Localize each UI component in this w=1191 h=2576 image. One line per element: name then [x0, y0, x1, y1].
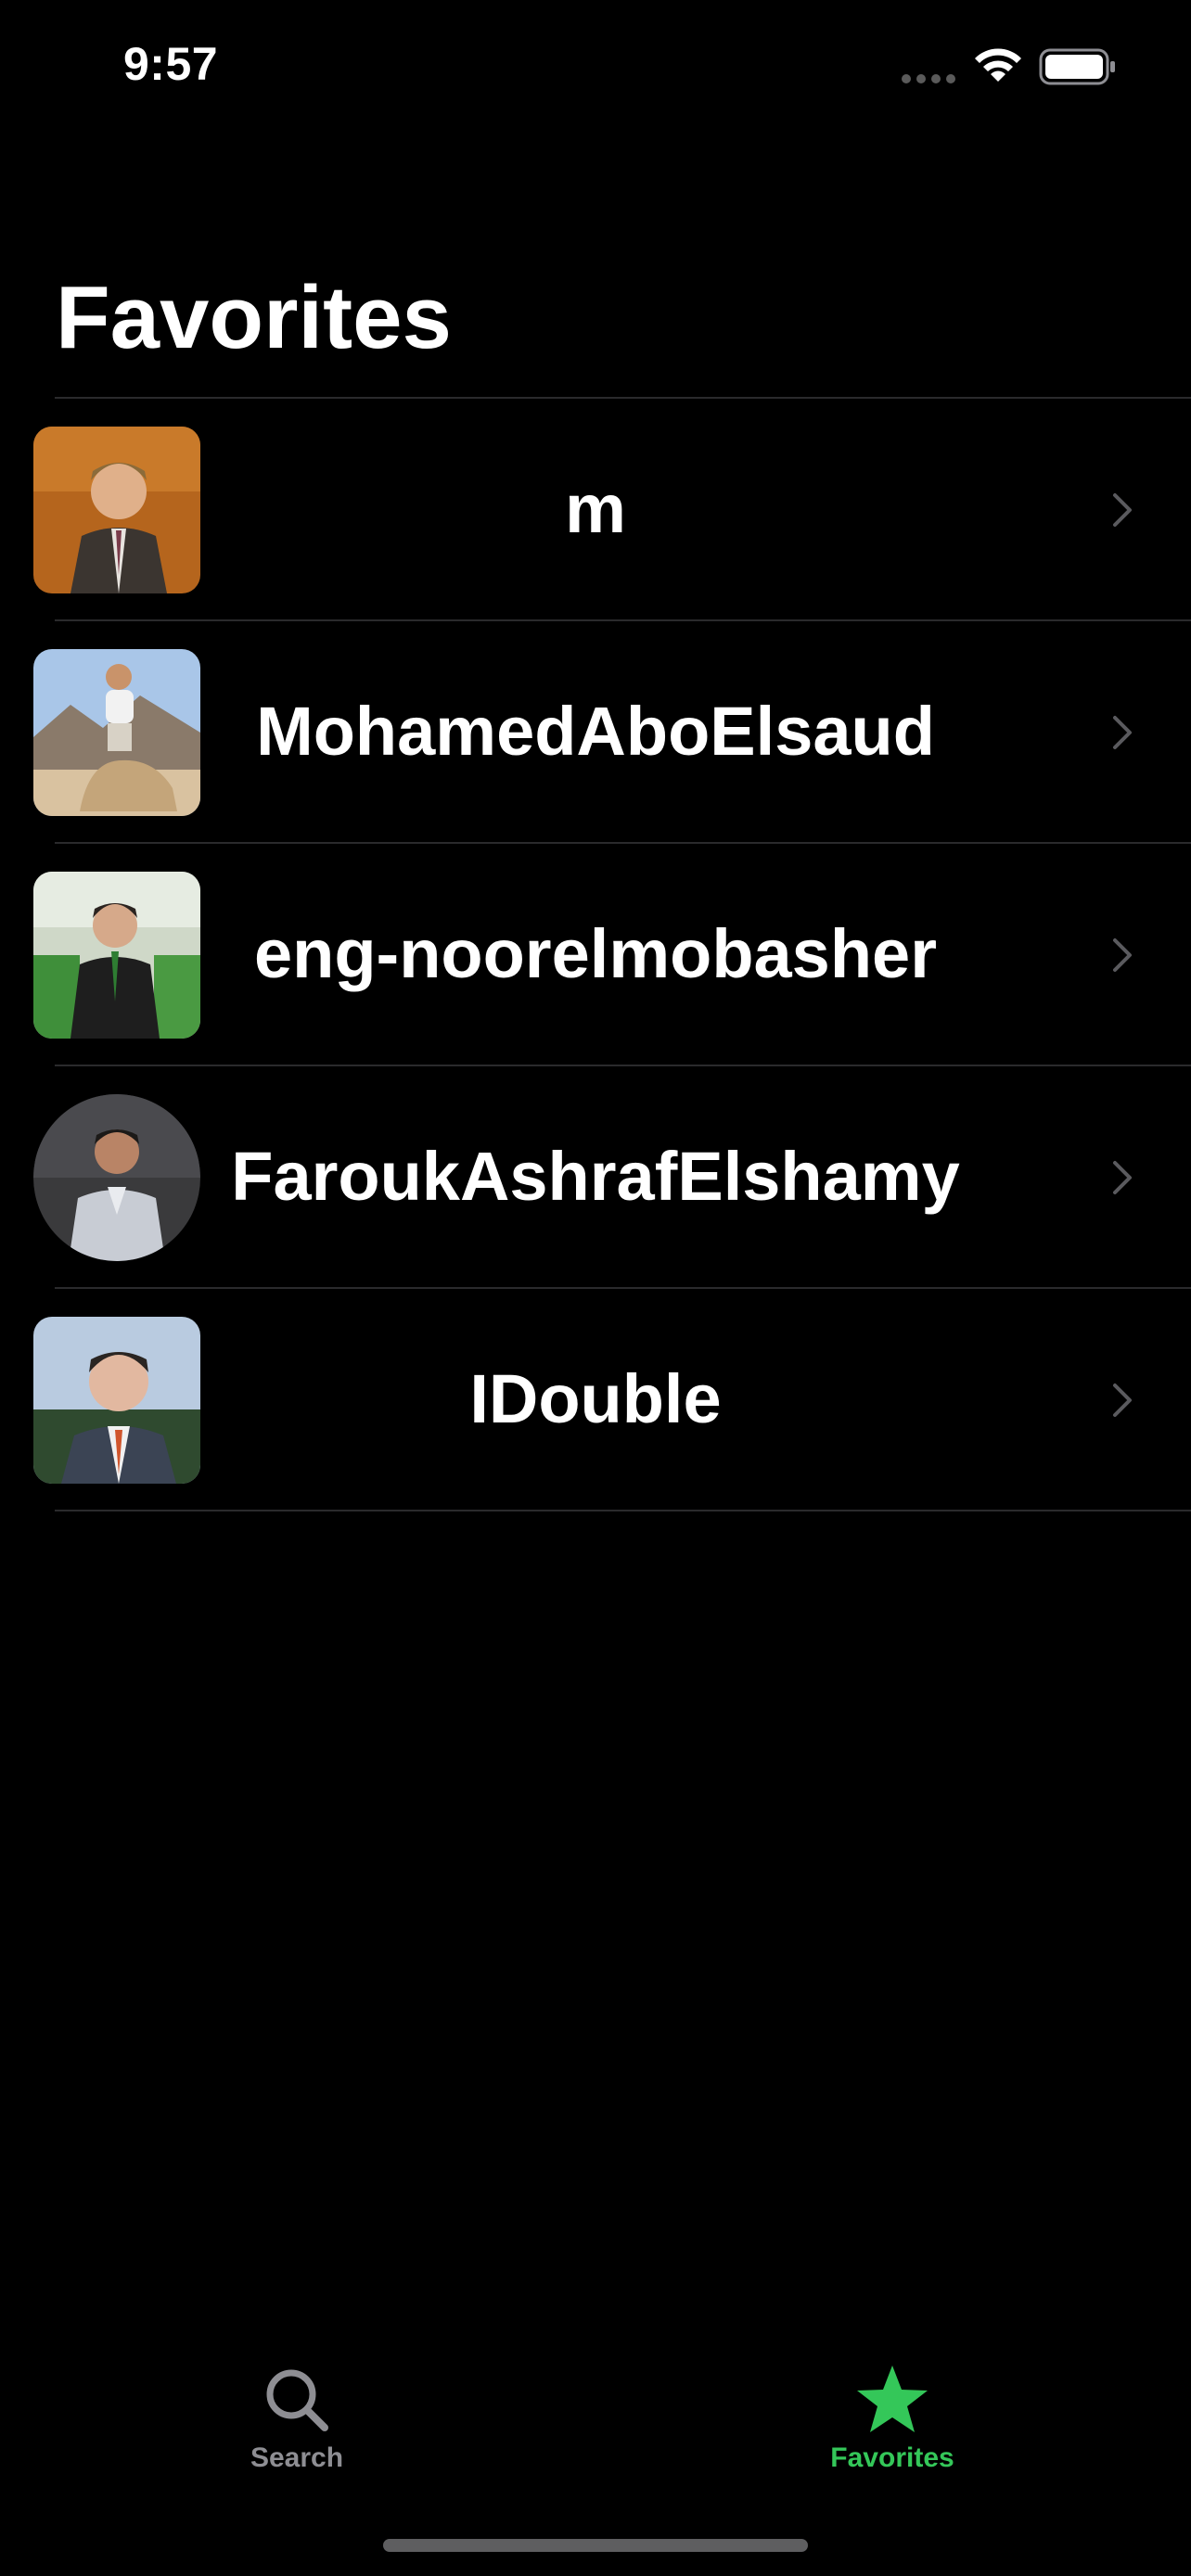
wifi-icon: [975, 48, 1021, 82]
tab-favorites-label: Favorites: [830, 2442, 954, 2473]
favorite-row[interactable]: MohamedAboElsaud: [0, 621, 1191, 842]
favorites-list: m MohamedAboElsaud eng-noorelmobasher Fa…: [0, 397, 1191, 1511]
favorite-row[interactable]: IDouble: [0, 1289, 1191, 1510]
tab-bar: Search Favorites: [0, 2337, 1191, 2504]
favorite-row[interactable]: m: [0, 399, 1191, 619]
favorite-row[interactable]: FaroukAshrafElshamy: [0, 1066, 1191, 1287]
chevron-right-icon: [1113, 1161, 1132, 1194]
favorite-name: eng-noorelmobasher: [254, 915, 937, 992]
tab-search[interactable]: Search: [158, 2363, 436, 2493]
avatar-photo: [33, 649, 200, 816]
avatar: [33, 1317, 200, 1484]
avatar: [33, 872, 200, 1039]
signal-dots-icon: [902, 74, 957, 83]
avatar: [33, 649, 200, 816]
favorite-name: FaroukAshrafElshamy: [231, 1138, 960, 1215]
favorite-name: m: [565, 470, 626, 547]
status-time: 9:57: [123, 38, 219, 90]
chevron-right-icon: [1113, 1384, 1132, 1417]
list-divider: [55, 1510, 1191, 1511]
favorite-name: MohamedAboElsaud: [256, 693, 935, 770]
avatar-photo: [33, 1094, 200, 1261]
star-icon: [857, 2366, 928, 2432]
battery-icon: [1039, 48, 1115, 85]
page-title: Favorites: [56, 268, 452, 367]
chevron-right-icon: [1113, 716, 1132, 749]
tab-search-label: Search: [250, 2442, 344, 2473]
status-bar: 9:57: [0, 0, 1191, 130]
avatar-photo: [33, 1317, 200, 1484]
magnifying-glass-icon: [266, 2369, 328, 2431]
avatar-photo: [33, 427, 200, 593]
home-indicator[interactable]: [383, 2539, 808, 2552]
favorite-name: IDouble: [469, 1360, 722, 1437]
avatar-photo: [33, 872, 200, 1039]
favorite-row[interactable]: eng-noorelmobasher: [0, 844, 1191, 1065]
avatar: [33, 427, 200, 593]
tab-favorites[interactable]: Favorites: [753, 2363, 1031, 2493]
chevron-right-icon: [1113, 938, 1132, 972]
chevron-right-icon: [1113, 493, 1132, 527]
avatar: [33, 1094, 200, 1261]
